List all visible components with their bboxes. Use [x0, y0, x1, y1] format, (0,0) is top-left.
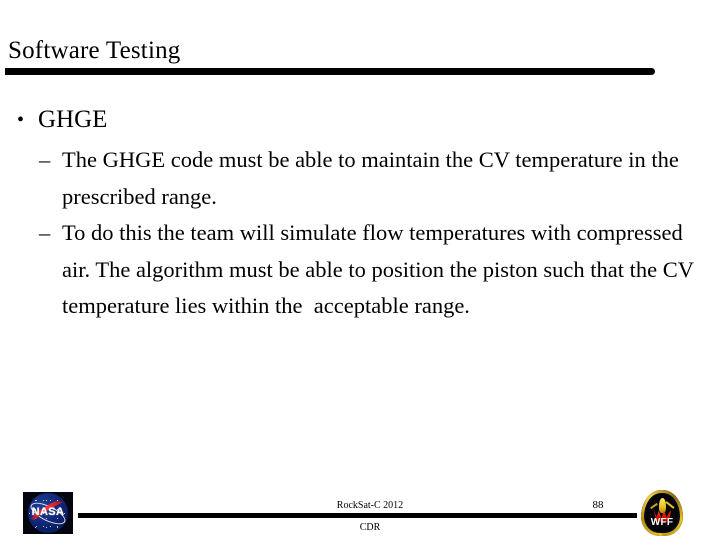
nasa-logo: NASA [23, 492, 73, 534]
wff-beam-left-icon [650, 502, 658, 510]
content-body: • GHGE – The GHGE code must be able to m… [0, 104, 700, 325]
wff-inner-field: WFF [646, 494, 678, 532]
nasa-logo-text: NASA [31, 506, 65, 518]
wff-logo-text: WFF [650, 517, 674, 528]
wff-rocket-icon [659, 498, 666, 513]
wff-logo: WFF [639, 489, 685, 537]
bullet-level1-text: GHGE [38, 106, 108, 133]
footer-rule [78, 513, 637, 518]
bullet-level2-text: The GHGE code must be able to maintain t… [62, 147, 685, 209]
bullet-dot-icon: • [17, 109, 25, 131]
footer-review-label: CDR [359, 522, 381, 533]
bullet-level2: – To do this the team will simulate flow… [0, 215, 698, 325]
page-title: Software Testing [8, 37, 181, 64]
wff-beam-right-icon [665, 501, 675, 509]
slide: Software Testing • GHGE – The GHGE code … [0, 0, 720, 540]
title-underline-rule [5, 68, 655, 75]
bullet-level1: • GHGE [0, 104, 700, 136]
bullet-dash-icon: – [39, 220, 51, 245]
bullet-level2-text: To do this the team will simulate flow t… [62, 220, 700, 318]
footer-project-label: RockSat-C 2012 [336, 500, 404, 511]
page-number: 88 [592, 499, 604, 511]
bullet-level2: – The GHGE code must be able to maintain… [0, 142, 698, 215]
bullet-dash-icon: – [39, 147, 51, 172]
